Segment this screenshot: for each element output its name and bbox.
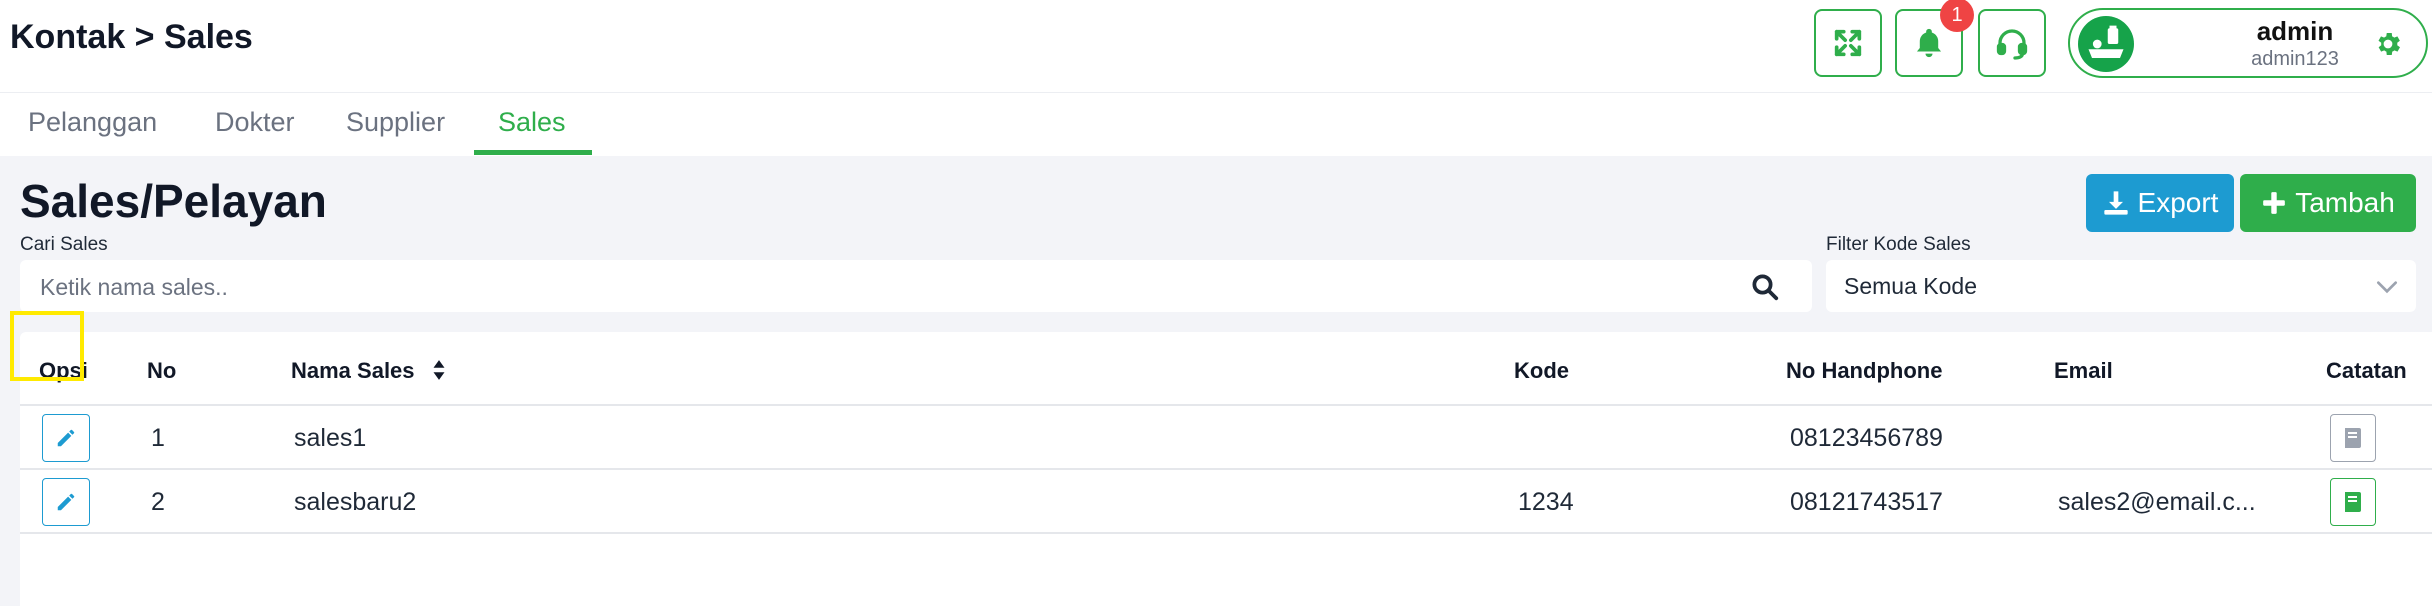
pharmacy-logo-icon	[2088, 25, 2124, 58]
support-button[interactable]	[1978, 9, 2046, 77]
column-header-catatan: Catatan	[2326, 358, 2407, 383]
header-divider	[20, 404, 2432, 406]
edit-button[interactable]	[42, 478, 90, 526]
cell-phone: 08123456789	[1790, 424, 1943, 452]
cell-email: sales2@email.c...	[2058, 488, 2256, 516]
book-icon	[2345, 428, 2361, 448]
search-box	[20, 260, 1812, 314]
user-menu[interactable]: admin admin123	[2068, 8, 2428, 78]
column-header-no: No	[147, 358, 177, 383]
filter-selected-value: Semua Kode	[1844, 273, 1977, 299]
column-header-nama[interactable]: Nama Sales	[291, 358, 447, 384]
filter-label: Filter Kode Sales	[1826, 234, 1971, 255]
cell-kode: 1234	[1518, 488, 1574, 516]
tab-bar: Pelanggan Dokter Supplier Sales	[0, 93, 2432, 155]
user-id: admin123	[2251, 48, 2339, 70]
top-header: Kontak > Sales 1 admin admin123	[0, 0, 2432, 93]
row-divider	[20, 532, 2432, 534]
column-header-kode: Kode	[1514, 358, 1569, 383]
column-header-email: Email	[2054, 358, 2113, 383]
add-sales-button[interactable]: Tambah	[2240, 174, 2416, 232]
expand-arrows-icon	[1834, 29, 1862, 57]
sales-table: Opsi No Nama Sales Kode No Handphone Ema…	[20, 332, 2432, 606]
book-icon	[2345, 492, 2361, 512]
chevron-down-icon	[2376, 281, 2398, 294]
plus-icon	[2263, 192, 2286, 214]
column-header-nama-label: Nama Sales	[291, 358, 415, 383]
note-button[interactable]	[2330, 478, 2376, 526]
pencil-icon	[57, 493, 75, 511]
export-button[interactable]: Export	[2086, 174, 2234, 232]
gear-icon	[2378, 33, 2400, 55]
focus-highlight	[10, 311, 84, 381]
page-title: Sales/Pelayan	[20, 175, 327, 227]
tab-supplier[interactable]: Supplier	[346, 107, 445, 138]
user-name: admin	[2256, 16, 2334, 46]
cell-no: 1	[151, 424, 165, 452]
search-input[interactable]	[38, 260, 1742, 314]
cell-no: 2	[151, 488, 165, 516]
headset-icon	[1996, 29, 2028, 60]
bell-icon	[1916, 28, 1942, 58]
cell-nama: sales1	[294, 424, 367, 452]
note-button[interactable]	[2330, 414, 2376, 462]
filter-kode-select[interactable]: Semua Kode	[1826, 260, 2416, 312]
download-icon	[2103, 191, 2128, 215]
search-label: Cari Sales	[20, 234, 108, 255]
tab-dokter[interactable]: Dokter	[215, 107, 295, 138]
search-icon[interactable]	[1750, 272, 1780, 302]
row-divider	[20, 468, 2432, 470]
export-label: Export	[2137, 187, 2219, 218]
notification-badge: 1	[1940, 0, 1974, 32]
tab-pelanggan[interactable]: Pelanggan	[28, 107, 157, 138]
add-label: Tambah	[2295, 187, 2395, 218]
cell-nama: salesbaru2	[294, 488, 417, 516]
breadcrumb: Kontak > Sales	[10, 18, 253, 56]
pencil-icon	[57, 429, 75, 447]
column-header-phone: No Handphone	[1786, 358, 1943, 383]
settings-button[interactable]	[2370, 26, 2406, 62]
active-tab-indicator	[474, 150, 592, 155]
edit-button[interactable]	[42, 414, 90, 462]
tab-sales[interactable]: Sales	[498, 107, 566, 138]
sort-icon[interactable]	[431, 359, 447, 381]
fullscreen-button[interactable]	[1814, 9, 1882, 77]
main-content: Sales/Pelayan Export Tambah Cari Sales F…	[0, 156, 2432, 606]
avatar	[2078, 16, 2134, 72]
cell-phone: 08121743517	[1790, 488, 1943, 516]
